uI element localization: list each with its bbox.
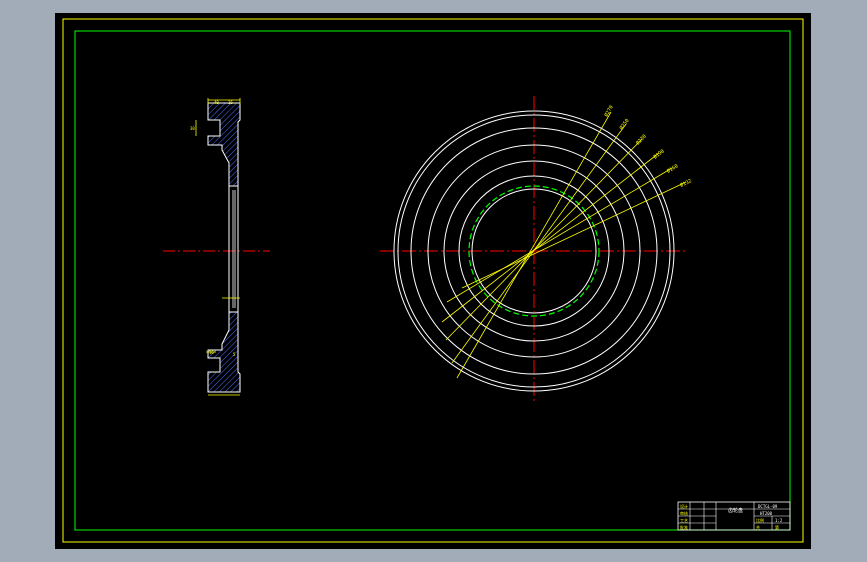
cad-viewport[interactable]: 40 16 30 16 5 Ø270 Ø250 Ø230 Ø190 Ø160 Ø…	[0, 0, 867, 562]
title-cell: 工艺	[680, 518, 688, 523]
title-cell: 共	[756, 524, 760, 530]
part-title: 齿轮盘	[728, 507, 743, 514]
section-dim-label: 16	[228, 100, 233, 105]
material: HT200	[760, 511, 773, 516]
section-dim-label: 16	[209, 350, 214, 355]
section-dim-label: 40	[214, 100, 219, 105]
scale: 1:2	[775, 518, 783, 523]
drawing-number: DCTGL-09	[758, 504, 778, 509]
title-cell: 批准	[680, 524, 688, 530]
drawing-sheet	[55, 13, 811, 549]
title-cell: 第	[775, 524, 779, 530]
title-cell: 审核	[680, 510, 688, 516]
title-cell: 比例	[756, 517, 764, 523]
title-cell: 设计	[680, 503, 688, 509]
section-dim-label: 30	[190, 126, 195, 131]
